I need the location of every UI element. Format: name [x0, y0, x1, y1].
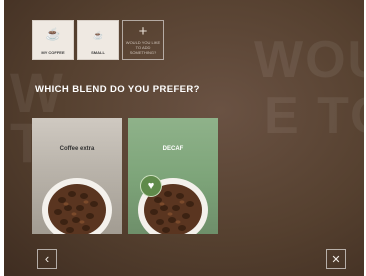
blend-card-decaf[interactable]: DECAF ♥: [128, 118, 218, 234]
brew-screen: W WOUL T E TO ☕ MY COFFEE ☕ SMALL + WOUL…: [4, 0, 364, 276]
step-label: WOULD YOU LIKE TO ADD SOMETHING?: [125, 40, 161, 55]
step-label: MY COFFEE: [41, 50, 65, 55]
blend-name: DECAF: [162, 146, 184, 152]
selection-steps: ☕ MY COFFEE ☕ SMALL + WOULD YOU LIKE TO …: [32, 20, 164, 60]
plus-icon: +: [138, 23, 148, 40]
step-size[interactable]: ☕ SMALL: [77, 20, 119, 60]
coffee-cup-icon: ☕: [45, 27, 61, 41]
blend-card-coffee-extra[interactable]: Coffee extra: [32, 118, 122, 234]
blend-name: Coffee extra: [59, 146, 95, 152]
favorite-heart-icon[interactable]: ♥: [140, 175, 162, 197]
background-watermark: WOUL: [254, 31, 364, 89]
step-label: SMALL: [91, 50, 105, 55]
step-add-something[interactable]: + WOULD YOU LIKE TO ADD SOMETHING?: [122, 20, 164, 60]
chevron-left-icon: ‹: [44, 251, 50, 266]
close-button[interactable]: ✕: [326, 249, 346, 269]
page-title: WHICH BLEND DO YOU PREFER?: [35, 84, 200, 95]
background-watermark: E TO: [264, 87, 364, 145]
small-cup-icon: ☕: [93, 31, 103, 40]
close-icon: ✕: [331, 254, 341, 266]
back-button[interactable]: ‹: [37, 249, 57, 269]
coffee-beans-bowl-image: [42, 178, 112, 234]
step-my-coffee[interactable]: ☕ MY COFFEE: [32, 20, 74, 60]
